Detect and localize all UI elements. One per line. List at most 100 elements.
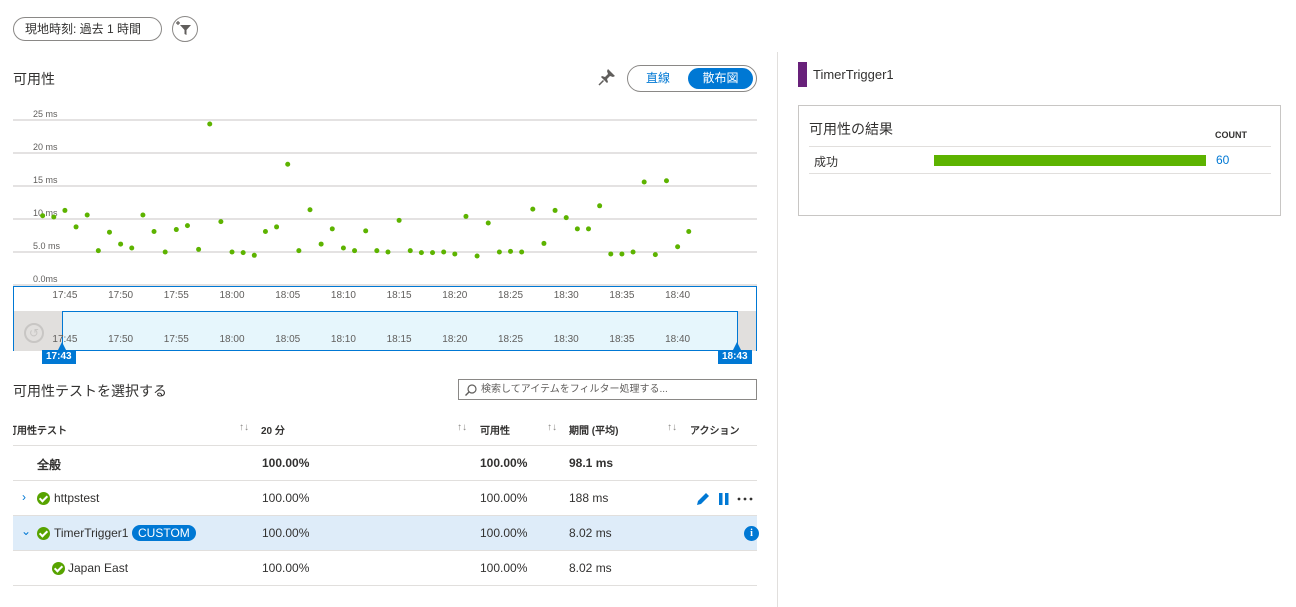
data-point [552, 207, 558, 213]
data-point [508, 248, 514, 254]
data-point [496, 249, 502, 255]
chart-points [40, 121, 692, 259]
axis-x-tick-label: 18:10 [330, 290, 356, 301]
row-duration: 98.1 ms [569, 456, 614, 470]
data-point [240, 250, 246, 256]
data-point [608, 251, 614, 257]
header-name[interactable]: 可用性テスト [13, 422, 67, 437]
chevron-down-icon[interactable]: ⌄ [21, 524, 31, 538]
header-last20[interactable]: 20 分 [261, 422, 285, 437]
brush-tick-label: 17:50 [108, 334, 133, 345]
data-point [340, 245, 346, 251]
row-availability: 100.00% [480, 456, 528, 470]
time-brush[interactable]: ↺ 17:45 17:50 17:55 18:00 18:05 18:10 18:15 18:… [13, 311, 757, 351]
select-test-title: 可用性テストを選択する [13, 383, 167, 399]
data-point [563, 215, 569, 221]
search-input[interactable] [481, 380, 751, 399]
row-name: Japan East [68, 561, 129, 575]
row-availability: 100.00% [480, 491, 528, 505]
data-point [474, 253, 480, 259]
brush-start-handle[interactable] [58, 342, 66, 350]
results-title: 可用性の結果 [809, 121, 893, 137]
row-last20: 100.00% [262, 456, 310, 470]
table-row-japan-east[interactable]: Japan East 100.00% 100.00% 8.02 ms [13, 551, 757, 586]
axis-x-tick-label: 18:20 [442, 290, 468, 301]
chart-view-toggle[interactable]: 直線 散布図 [627, 65, 757, 92]
results-label: 成功 [814, 155, 839, 169]
brush-tick-label: 17:55 [164, 334, 189, 345]
data-point [586, 226, 591, 232]
info-icon[interactable]: i [744, 526, 759, 541]
data-point [151, 229, 157, 235]
data-point [184, 223, 190, 229]
sort-icon[interactable]: ↑↓ [457, 422, 467, 433]
brush-tick-label: 18:20 [442, 334, 467, 345]
data-point [396, 217, 402, 223]
data-point [162, 249, 168, 255]
data-point [519, 249, 525, 255]
data-point [84, 212, 90, 218]
more-icon[interactable] [737, 497, 753, 501]
y-tick-label: 15 ms [33, 175, 58, 185]
row-last20: 100.00% [262, 526, 310, 540]
data-point [530, 206, 536, 212]
header-duration[interactable]: 期間 (平均) [569, 422, 618, 437]
sort-icon[interactable]: ↑↓ [667, 422, 677, 433]
data-point [374, 248, 380, 254]
header-availability[interactable]: 可用性 [480, 422, 510, 437]
row-name: TimerTrigger1 [54, 526, 129, 540]
brush-end-handle[interactable] [733, 342, 741, 350]
chart-grid [13, 119, 757, 286]
results-bar [934, 155, 1206, 166]
data-point [597, 203, 603, 209]
data-point [541, 240, 547, 246]
brush-end-label: 18:43 [718, 350, 752, 364]
search-icon [465, 384, 477, 396]
toggle-line-option[interactable]: 直線 [628, 66, 688, 91]
panel-divider [777, 52, 778, 607]
filter-add-icon [176, 21, 191, 35]
row-last20: 100.00% [262, 491, 310, 505]
data-point [173, 227, 179, 233]
row-name: 全般 [37, 458, 62, 472]
data-point [352, 248, 358, 254]
table-row-httpstest[interactable]: › httpstest 100.00% 100.00% 188 ms [13, 481, 757, 516]
table-row-overall[interactable]: 全般 100.00% 100.00% 98.1 ms [13, 446, 757, 481]
add-filter-button[interactable] [172, 16, 198, 42]
row-duration: 188 ms [569, 491, 609, 505]
sort-icon[interactable]: ↑↓ [239, 422, 249, 433]
table-row-timertrigger1[interactable]: ⌄ TimerTrigger1 CUSTOM 100.00% 100.00% 8… [13, 516, 759, 551]
edit-icon[interactable] [695, 491, 711, 507]
search-box[interactable] [458, 379, 757, 400]
axis-x-tick-label: 18:25 [498, 290, 524, 301]
axis-x-tick-label: 18:15 [386, 290, 412, 301]
time-range-button[interactable]: 現地時刻: 過去 1 時間 [13, 17, 162, 41]
data-point [318, 241, 324, 247]
availability-results-panel: 可用性の結果 COUNT 成功 60 [798, 105, 1281, 216]
success-icon [37, 492, 50, 505]
legend-swatch [798, 62, 807, 87]
data-point [296, 248, 302, 254]
results-row[interactable]: 成功 60 [809, 146, 1271, 174]
data-point [196, 246, 202, 252]
axis-x-tick-label: 18:30 [553, 290, 579, 301]
chevron-right-icon[interactable]: › [22, 490, 26, 504]
data-point [218, 219, 224, 225]
row-duration: 8.02 ms [569, 561, 612, 575]
data-point [274, 224, 280, 230]
data-point [363, 228, 369, 234]
count-header: COUNT [1215, 130, 1247, 140]
pause-icon[interactable] [718, 492, 730, 506]
pin-icon[interactable] [597, 67, 617, 87]
availability-scatter-chart: 25 ms20 ms15 ms10 ms5.0 ms0.0ms 17:4517:… [13, 109, 757, 286]
data-point [229, 249, 235, 255]
brush-tick-label: 18:25 [498, 334, 523, 345]
axis-x-tick-label: 17:50 [108, 290, 134, 301]
results-count[interactable]: 60 [1216, 153, 1229, 167]
data-point [118, 241, 124, 247]
toggle-scatter-option[interactable]: 散布図 [688, 68, 753, 89]
data-point [574, 226, 580, 232]
data-point [251, 252, 257, 258]
sort-icon[interactable]: ↑↓ [547, 422, 557, 433]
data-point [307, 207, 313, 213]
